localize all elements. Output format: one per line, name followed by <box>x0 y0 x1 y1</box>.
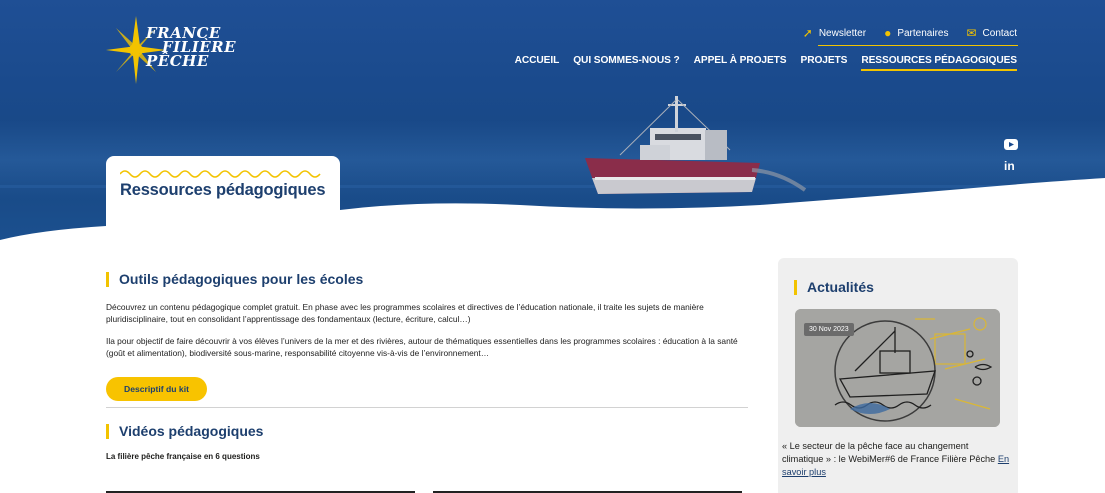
news-sidebar: Actualités 30 Nov 2023 « Le secteur de l… <box>778 258 1018 493</box>
logo-word-3: PÊCHE <box>146 52 209 70</box>
tools-paragraph-2: Ila pour objectif de faire découvrir à v… <box>106 336 738 358</box>
hero-banner: FRANCE FILIÈRE PÊCHE ➚ Newsletter ● Part… <box>0 0 1105 250</box>
partenaires-label: Partenaires <box>897 27 949 39</box>
nav-qui-sommes-nous[interactable]: QUI SOMMES-NOUS ? <box>573 55 680 71</box>
news-card-image[interactable]: 30 Nov 2023 <box>795 309 1000 427</box>
nav-projets[interactable]: PROJETS <box>801 55 848 71</box>
news-date-badge: 30 Nov 2023 <box>804 323 854 336</box>
news-text: « Le secteur de la pêche face au changem… <box>782 441 996 464</box>
newsletter-link[interactable]: ➚ Newsletter <box>803 27 866 39</box>
nav-ressources-pedagogiques[interactable]: RESSOURCES PÉDAGOGIQUES <box>861 55 1017 71</box>
videos-section-title: Vidéos pédagogiques <box>106 424 748 439</box>
video-caption: La filière pêche française en 6 question… <box>106 452 260 461</box>
utility-nav: ➚ Newsletter ● Partenaires ✉ Contact <box>803 27 1017 39</box>
site-logo[interactable]: FRANCE FILIÈRE PÊCHE <box>106 16 256 86</box>
newsletter-label: Newsletter <box>818 27 867 39</box>
news-excerpt: « Le secteur de la pêche face au changem… <box>782 440 1012 479</box>
tools-section-title: Outils pédagogiques pour les écoles <box>106 272 748 287</box>
partenaires-link[interactable]: ● Partenaires <box>884 27 948 39</box>
tools-paragraph-1: Découvrez un contenu pédagogique complet… <box>106 302 704 324</box>
news-title: Actualités <box>794 280 874 295</box>
nav-appel-a-projets[interactable]: APPEL À PROJETS <box>694 55 787 71</box>
contact-link[interactable]: ✉ Contact <box>966 27 1017 39</box>
people-icon: ● <box>884 26 892 40</box>
envelope-icon: ✉ <box>966 26 977 40</box>
contact-label: Contact <box>982 27 1017 39</box>
wave-squiggle-icon <box>120 170 321 178</box>
page-title: Ressources pédagogiques <box>120 181 326 199</box>
kit-description-button[interactable]: Descriptif du kit <box>106 377 207 401</box>
paper-plane-icon: ➚ <box>802 26 813 40</box>
nav-accueil[interactable]: ACCUEIL <box>515 55 560 71</box>
section-divider <box>106 407 748 408</box>
page-title-card: Ressources pédagogiques <box>106 156 340 216</box>
youtube-icon[interactable] <box>1004 139 1018 150</box>
nav-divider <box>818 45 1018 46</box>
main-content: Outils pédagogiques pour les écoles Déco… <box>106 272 748 493</box>
main-nav: ACCUEIL QUI SOMMES-NOUS ? APPEL À PROJET… <box>515 55 1017 71</box>
linkedin-icon[interactable]: in <box>1004 159 1015 173</box>
